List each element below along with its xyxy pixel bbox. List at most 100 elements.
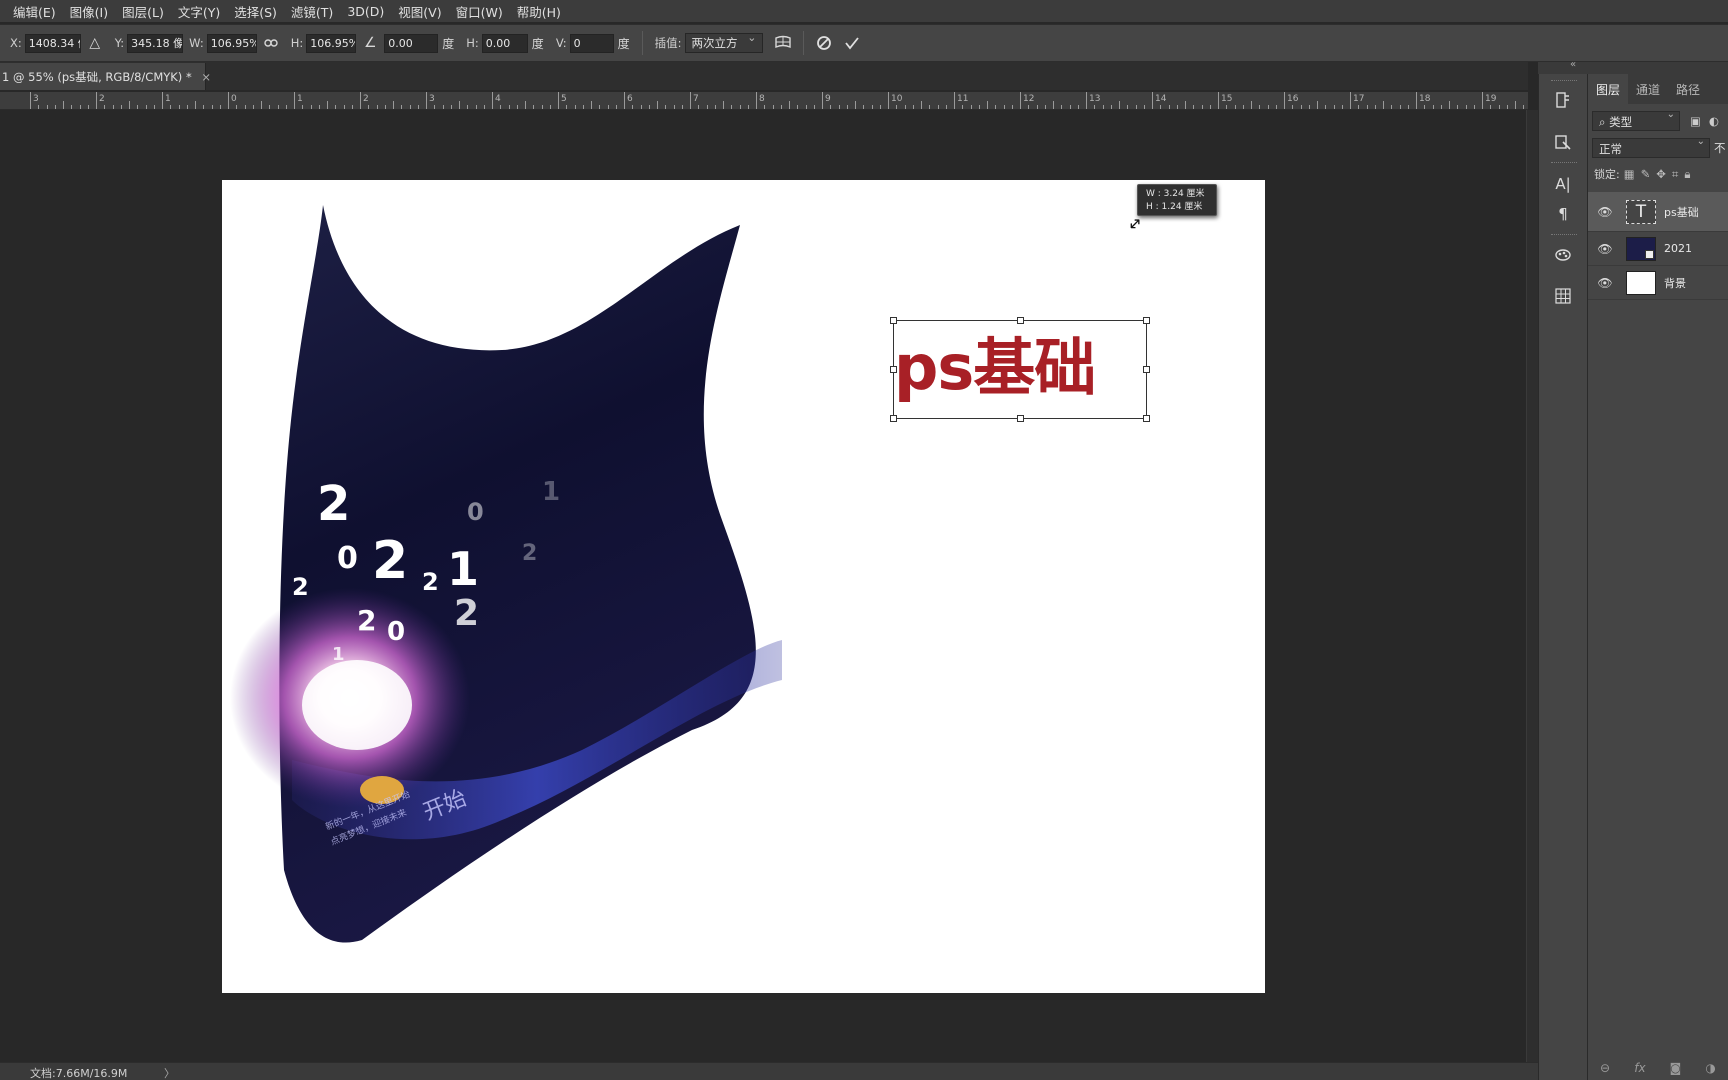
- ruler-minor-tick: [780, 105, 782, 109]
- ruler-minor-tick: [772, 105, 774, 109]
- properties-icon[interactable]: [1549, 128, 1577, 156]
- ruler-minor-tick: [1275, 105, 1277, 109]
- document-tab[interactable]: 1 @ 55% (ps基础, RGB/8/CMYK) * ×: [0, 63, 211, 90]
- layer-row-2021[interactable]: 👁︎ 2021: [1588, 232, 1728, 266]
- y-field[interactable]: 345.18 像素: [127, 33, 184, 53]
- blend-mode-select[interactable]: 正常: [1592, 136, 1710, 158]
- relative-position-icon[interactable]: △: [85, 33, 105, 53]
- ruler-minor-tick: [1465, 105, 1467, 109]
- tab-layers[interactable]: 图层: [1588, 74, 1629, 104]
- document-size-info[interactable]: 文档:7.66M/16.9M: [30, 1067, 127, 1080]
- link-layers-icon[interactable]: ⊖: [1600, 1061, 1610, 1075]
- ruler-minor-tick: [1242, 105, 1244, 109]
- transform-handle-tr[interactable]: [1143, 317, 1150, 324]
- ruler-major-tick: [30, 92, 31, 109]
- eye-icon[interactable]: 👁︎: [1596, 242, 1614, 256]
- horizontal-ruler[interactable]: 3 2 1 0 1 2 3 4 5 6 7 8 9 10 11 12 13 14 15 16 17 18 19: [0, 92, 1528, 110]
- cancel-transform-icon[interactable]: [814, 33, 834, 53]
- warp-mode-icon[interactable]: [773, 33, 793, 53]
- text-transform-box[interactable]: ps基础: [890, 317, 1150, 422]
- svg-text:0: 0: [467, 498, 484, 526]
- layer-name[interactable]: 背景: [1664, 275, 1686, 291]
- grip-handle[interactable]: [1551, 234, 1577, 236]
- character-panel-icon[interactable]: A|: [1549, 170, 1577, 198]
- menu-image[interactable]: 图像(I): [63, 2, 115, 21]
- link-icon[interactable]: [261, 33, 281, 53]
- brush-preset-icon[interactable]: [1549, 240, 1577, 268]
- lock-artboard-icon[interactable]: ⌗: [1672, 167, 1678, 182]
- tab-channels[interactable]: 通道: [1628, 74, 1668, 104]
- transform-handle-tl[interactable]: [890, 317, 897, 324]
- close-tab-icon[interactable]: ×: [201, 70, 211, 84]
- lock-transparent-icon[interactable]: ▦: [1624, 167, 1635, 181]
- transform-handle-ml[interactable]: [890, 366, 897, 373]
- menu-help[interactable]: 帮助(H): [510, 2, 568, 21]
- ruler-minor-tick: [129, 101, 130, 109]
- layer-name[interactable]: 2021: [1664, 242, 1692, 255]
- warped-banner-image-2021[interactable]: 2 0 2 2 1 2 2 0 2 0 2 1 1 新的一年，从这里开始 点亮梦…: [222, 180, 1265, 993]
- transform-handle-br[interactable]: [1143, 415, 1150, 422]
- layer-filter-select[interactable]: ⌕ 类型: [1592, 109, 1680, 131]
- transform-handle-mr[interactable]: [1143, 366, 1150, 373]
- ruler-minor-tick: [632, 105, 634, 109]
- status-menu-arrow[interactable]: 〉: [164, 1065, 175, 1080]
- eye-icon[interactable]: 👁︎: [1596, 276, 1614, 290]
- lock-paint-icon[interactable]: ✎: [1641, 167, 1651, 181]
- ruler-minor-tick: [1506, 105, 1508, 109]
- transform-handle-bl[interactable]: [890, 415, 897, 422]
- x-field[interactable]: 1408.34 像: [24, 33, 81, 53]
- new-adjustment-icon[interactable]: ◑: [1705, 1061, 1715, 1075]
- ruler-number: 9: [825, 94, 831, 104]
- layer-name[interactable]: ps基础: [1664, 204, 1699, 220]
- menu-edit[interactable]: 编辑(E): [6, 2, 63, 21]
- adjustment-filter-icon[interactable]: ◐: [1709, 114, 1719, 128]
- panel-collapse-bar[interactable]: «: [1538, 59, 1728, 74]
- text-layer-content[interactable]: ps基础: [894, 335, 1148, 401]
- fx-icon[interactable]: fx: [1634, 1061, 1645, 1075]
- grip-handle[interactable]: [1551, 80, 1577, 82]
- add-mask-icon[interactable]: ◙: [1670, 1061, 1682, 1075]
- ruler-minor-tick: [87, 105, 89, 109]
- ruler-minor-tick: [79, 105, 81, 109]
- eye-icon[interactable]: 👁︎: [1596, 205, 1614, 219]
- menu-layer[interactable]: 图层(L): [115, 2, 171, 21]
- vertical-scrollbar[interactable]: [1526, 110, 1538, 1062]
- ruler-major-tick: [294, 92, 295, 109]
- ruler-minor-tick: [797, 105, 799, 109]
- paragraph-panel-icon[interactable]: ¶: [1549, 200, 1577, 228]
- width-field[interactable]: 106.95%: [206, 33, 257, 53]
- menu-view[interactable]: 视图(V): [391, 2, 448, 21]
- ruler-minor-tick: [962, 105, 964, 109]
- collapse-icon[interactable]: «: [1570, 59, 1576, 70]
- lock-position-icon[interactable]: ✥: [1656, 167, 1666, 181]
- commit-transform-icon[interactable]: [842, 33, 862, 53]
- document-canvas[interactable]: 2 0 2 2 1 2 2 0 2 0 2 1 1 新的一年，从这里开始 点亮梦…: [222, 180, 1265, 993]
- transform-handle-tm[interactable]: [1017, 317, 1024, 324]
- grip-handle[interactable]: [1551, 162, 1577, 164]
- history-icon[interactable]: [1549, 86, 1577, 114]
- blend-mode-row: 正常 不: [1588, 136, 1728, 158]
- ruler-minor-tick: [1094, 105, 1096, 109]
- menu-3d[interactable]: 3D(D): [340, 4, 391, 19]
- ruler-minor-tick: [343, 105, 345, 109]
- tab-paths[interactable]: 路径: [1668, 74, 1708, 104]
- swatches-grid-icon[interactable]: [1549, 282, 1577, 310]
- layer-row-background[interactable]: 👁︎ 背景: [1588, 266, 1728, 300]
- ruler-minor-tick: [244, 105, 246, 109]
- menu-filter[interactable]: 滤镜(T): [284, 2, 340, 21]
- interpolation-select[interactable]: 两次立方: [684, 31, 763, 53]
- lock-all-icon[interactable]: 🔒︎: [1684, 167, 1690, 182]
- ruler-minor-tick: [566, 105, 568, 109]
- transform-handle-bm[interactable]: [1017, 415, 1024, 422]
- menu-type[interactable]: 文字(Y): [171, 2, 227, 21]
- ruler-minor-tick: [1317, 101, 1318, 109]
- ruler-major-tick: [96, 92, 97, 109]
- h-skew-field[interactable]: 0.00: [481, 33, 528, 53]
- angle-field[interactable]: 0.00: [384, 33, 439, 53]
- image-filter-icon[interactable]: ▣: [1690, 114, 1701, 128]
- layer-row-ps-basics[interactable]: 👁︎ T ps基础: [1588, 192, 1728, 232]
- menu-select[interactable]: 选择(S): [227, 2, 284, 21]
- height-field[interactable]: 106.95%: [306, 33, 357, 53]
- menu-window[interactable]: 窗口(W): [449, 2, 510, 21]
- v-skew-field[interactable]: 0: [569, 33, 614, 53]
